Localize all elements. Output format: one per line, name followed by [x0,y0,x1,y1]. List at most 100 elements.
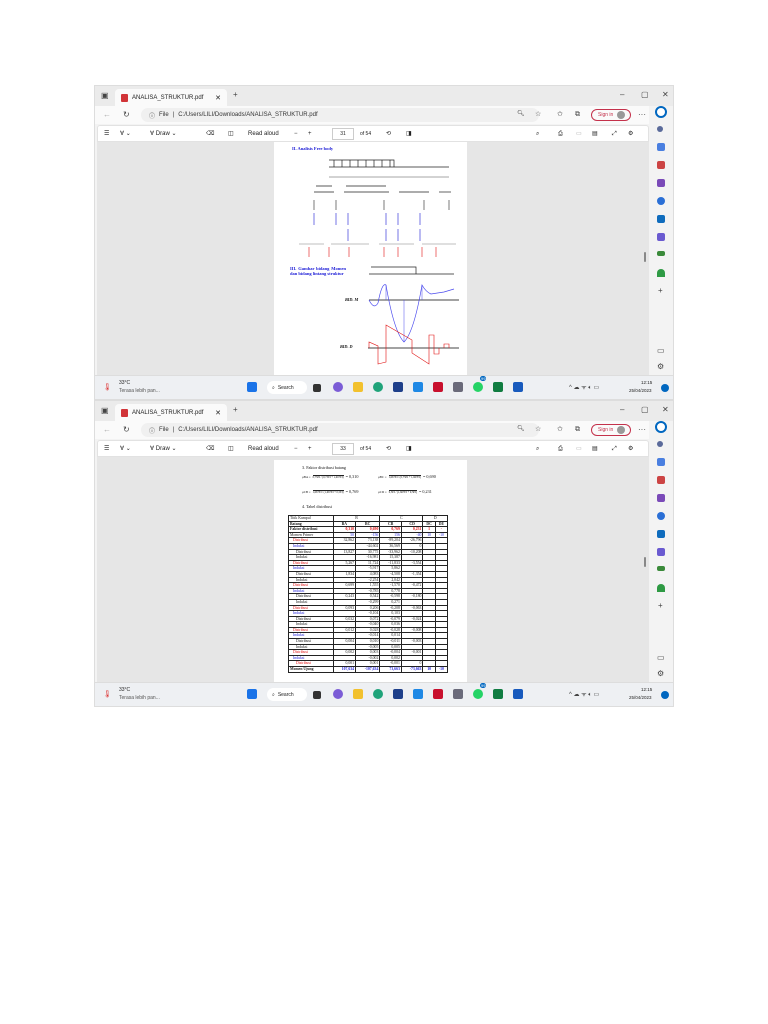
whatsapp-icon[interactable] [473,382,483,392]
zoom-in-button[interactable]: + [308,130,312,138]
add-sidebar-icon[interactable]: + [658,287,663,295]
close-window-button[interactable]: ✕ [662,406,669,414]
lili-app-icon[interactable] [413,382,423,392]
search-sidebar-icon[interactable] [657,126,663,132]
save-icon[interactable]: ▭ [576,130,582,138]
notification-badge[interactable] [661,384,669,392]
tree-icon[interactable] [657,584,665,592]
search-pdf-icon[interactable]: ⌕ [536,445,539,453]
tab-actions-icon[interactable]: ▣ [101,92,109,100]
weather-desc[interactable]: Terasa lebih pan... [119,388,160,394]
system-tray-icons[interactable]: ^ ☁ ᯤ 🔈︎ ▭ [569,692,599,698]
more-menu-icon[interactable]: ··· [638,111,646,119]
mcafee-icon[interactable] [433,382,443,392]
web-icon[interactable] [657,566,665,571]
start-button[interactable] [247,689,257,699]
sign-in-button[interactable]: Sign in [591,109,631,121]
games-icon[interactable] [657,494,665,502]
office-icon[interactable] [657,512,665,520]
view-icon[interactable]: ◫ [228,445,234,453]
address-bar[interactable]: ⓘ File | C:/Users/LILI/Downloads/ANALISA… [141,423,539,437]
tab-pdf[interactable]: ANALISA_STRUKTUR.pdf ✕ [115,404,227,421]
sign-in-button[interactable]: Sign in [591,424,631,436]
settings-icon[interactable]: ⚙ [628,445,633,453]
settings-icon[interactable]: ⚙ [628,130,633,138]
chat-icon[interactable] [333,382,343,392]
shopping-icon[interactable] [657,143,665,151]
scrollbar-thumb[interactable] [644,252,646,262]
camera-icon[interactable] [453,382,463,392]
task-view-icon[interactable] [313,384,321,392]
file-explorer-icon[interactable] [353,382,363,392]
maximize-button[interactable]: ▢ [641,406,649,414]
system-tray-icons[interactable]: ^ ☁ ᯤ 🔈︎ ▭ [569,385,599,391]
weather-desc[interactable]: Terasa lebih pan... [119,695,160,701]
refresh-button[interactable]: ↻ [123,111,130,119]
contents-icon[interactable]: ☰ [104,130,109,138]
store-icon[interactable] [393,382,403,392]
minimize-button[interactable]: – [620,91,624,99]
fullscreen-icon[interactable]: ⤢ [612,445,617,453]
close-tab-icon[interactable]: ✕ [215,409,221,417]
draw-button[interactable]: ∀ Draw ⌄ [150,445,177,453]
page-view-icon[interactable]: ◨ [406,130,412,138]
designer-icon[interactable] [657,233,665,241]
collections-icon[interactable]: ⧉ [575,426,580,433]
favorite-add-icon[interactable]: ☆ [535,111,541,118]
zoom-out-button[interactable]: − [294,130,298,138]
add-sidebar-icon[interactable]: + [658,602,663,610]
back-button[interactable]: ← [103,426,111,434]
search-sidebar-icon[interactable] [657,441,663,447]
fullscreen-icon[interactable]: ⤢ [612,130,617,138]
zoom-in-button[interactable]: + [308,445,312,453]
scrollbar[interactable] [642,142,648,375]
excel-icon[interactable] [493,689,503,699]
games-icon[interactable] [657,179,665,187]
page-view-icon[interactable]: ◨ [406,445,412,453]
refresh-button[interactable]: ↻ [123,426,130,434]
eraser-icon[interactable]: ⌫ [206,445,214,453]
bing-copilot-icon[interactable] [655,421,667,433]
word-icon[interactable] [513,689,523,699]
pdf-viewer[interactable]: 3. Faktor distribusi batang μBA = 0,75EI… [97,457,649,682]
bing-copilot-icon[interactable] [655,106,667,118]
minimize-button[interactable]: – [620,406,624,414]
save-icon[interactable]: ▭ [576,445,582,453]
read-aloud-button[interactable]: Read aloud [248,445,279,453]
contents-icon[interactable]: ☰ [104,445,109,453]
task-view-icon[interactable] [313,691,321,699]
tools-icon[interactable] [657,476,665,484]
tab-pdf[interactable]: ANALISA_STRUKTUR.pdf ✕ [115,89,227,106]
rotate-icon[interactable]: ⟲ [386,445,391,453]
store-icon[interactable] [393,689,403,699]
whatsapp-icon[interactable] [473,689,483,699]
search-pdf-icon[interactable]: ⌕ [536,130,539,138]
rotate-icon[interactable]: ⟲ [386,130,391,138]
tree-icon[interactable] [657,269,665,277]
designer-icon[interactable] [657,548,665,556]
back-button[interactable]: ← [103,111,111,119]
file-explorer-icon[interactable] [353,689,363,699]
outlook-icon[interactable] [657,215,665,223]
weather-temp[interactable]: 33°C [119,687,130,693]
tab-actions-icon[interactable]: ▣ [101,407,109,415]
new-tab-button[interactable]: + [233,406,238,414]
weather-icon[interactable]: 🌡︎ [103,384,112,391]
read-aloud-button[interactable]: Read aloud [248,130,279,138]
word-icon[interactable] [513,382,523,392]
camera-icon[interactable] [453,689,463,699]
sidebar-settings-icon[interactable]: ⚙ [657,363,664,371]
hide-sidebar-icon[interactable]: ▭ [657,347,665,355]
save-as-icon[interactable]: ▤ [592,445,598,453]
pdf-viewer[interactable]: II. Analisis Free body III. Gambar bidan… [97,142,649,375]
outlook-icon[interactable] [657,530,665,538]
draw-button[interactable]: ∀ Draw ⌄ [150,130,177,138]
scrollbar-thumb[interactable] [644,557,646,567]
start-button[interactable] [247,382,257,392]
excel-icon[interactable] [493,382,503,392]
favorites-icon[interactable]: ✩ [557,426,563,433]
hide-sidebar-icon[interactable]: ▭ [657,654,665,662]
more-menu-icon[interactable]: ··· [638,426,646,434]
shopping-icon[interactable] [657,458,665,466]
close-tab-icon[interactable]: ✕ [215,94,221,102]
